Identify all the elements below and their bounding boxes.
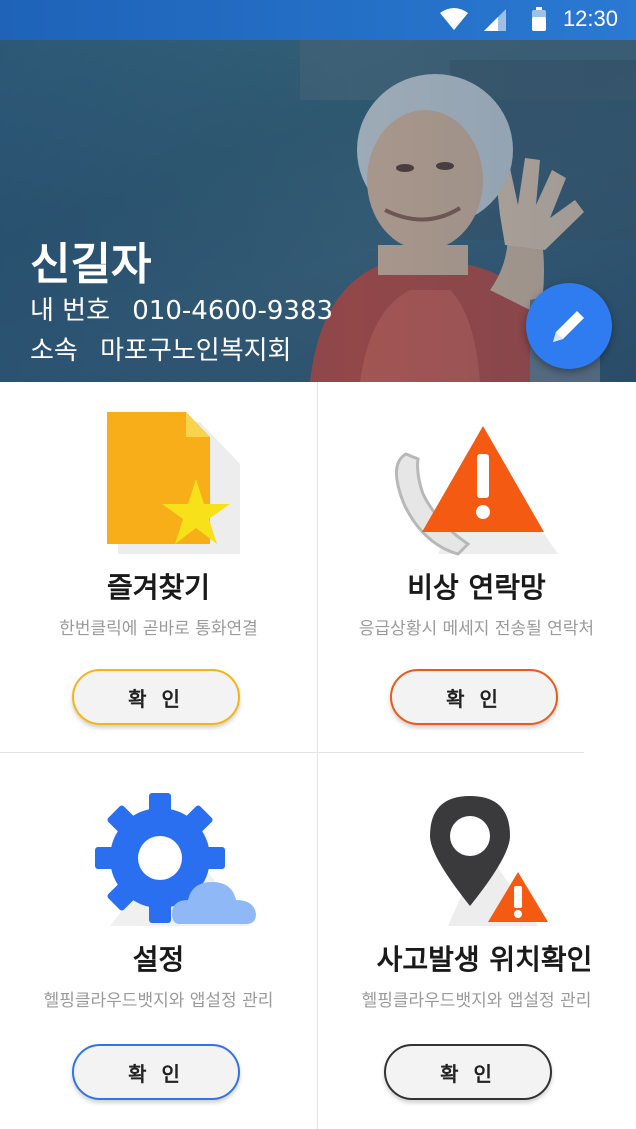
edit-profile-button[interactable] — [526, 283, 612, 369]
favorites-confirm-button[interactable]: 확 인 — [72, 669, 240, 725]
incident-location-confirm-button[interactable]: 확 인 — [384, 1044, 552, 1100]
phone-label: 내 번호 — [30, 296, 111, 326]
settings-card: 설정 헬핑클라우드뱃지와 앱설정 관리 확 인 — [0, 754, 317, 1126]
incident-location-card: 사고발생 위치확인 헬핑클라우드뱃지와 앱설정 관리 확 인 — [318, 754, 635, 1126]
pencil-icon — [553, 311, 584, 342]
emergency-call-warning-icon — [395, 426, 558, 556]
favorites-card: 즐겨찾기 한번클릭에 곧바로 통화연결 확 인 — [0, 382, 317, 754]
incident-location-description: 헬핑클라우드뱃지와 앱설정 관리 — [361, 991, 592, 1011]
favorites-description: 한번클릭에 곧바로 통화연결 — [59, 619, 258, 639]
organization-value: 마포구노인복지회 — [100, 336, 292, 366]
emergency-contacts-card: 비상 연락망 응급상황시 메세지 전송될 연락처 확 인 — [318, 382, 635, 754]
phone-value: 010-4600-9383 — [132, 296, 334, 326]
menu-grid: 즐겨찾기 한번클릭에 곧바로 통화연결 확 인 비상 연락망 응급상황시 메세지… — [0, 382, 636, 1129]
emergency-contacts-title: 비상 연락망 — [407, 571, 546, 604]
organization-row: 소속 마포구노인복지회 — [30, 330, 291, 367]
settings-gear-cloud-icon — [95, 793, 256, 926]
status-time: 12:30 — [562, 6, 618, 31]
profile-name: 신길자 — [30, 239, 152, 290]
incident-location-title: 사고발생 위치확인 — [376, 943, 593, 976]
signal-icon — [484, 9, 506, 31]
favorites-title: 즐겨찾기 — [106, 571, 211, 604]
battery-icon — [532, 7, 546, 31]
status-bar: 12:30 — [0, 0, 636, 40]
emergency-contacts-description: 응급상황시 메세지 전송될 연락처 — [358, 619, 595, 639]
phone-row: 내 번호 010-4600-9383 — [30, 290, 333, 327]
settings-title: 설정 — [132, 943, 185, 976]
settings-confirm-button[interactable]: 확 인 — [72, 1044, 240, 1100]
organization-label: 소속 — [30, 336, 78, 366]
wifi-icon — [440, 8, 468, 30]
favorite-document-icon — [107, 412, 240, 554]
emergency-contacts-confirm-button[interactable]: 확 인 — [390, 669, 558, 725]
settings-description: 헬핑클라우드뱃지와 앱설정 관리 — [43, 991, 274, 1011]
location-pin-warning-icon — [430, 796, 548, 926]
profile-header: 신길자 내 번호 010-4600-9383 소속 마포구노인복지회 — [0, 40, 636, 382]
